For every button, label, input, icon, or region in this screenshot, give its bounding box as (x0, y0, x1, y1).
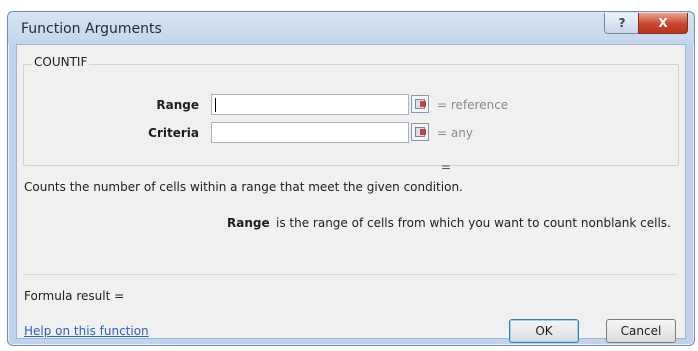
dialog-title: Function Arguments (21, 21, 162, 37)
close-button[interactable]: X (638, 13, 688, 34)
arg-help-text: is the range of cells from which you wan… (276, 216, 671, 230)
text-caret (215, 98, 216, 112)
function-description: Counts the number of cells within a rang… (24, 180, 463, 194)
range-label: Range (156, 98, 199, 112)
criteria-label: Criteria (148, 126, 199, 140)
ok-button[interactable]: OK (509, 319, 579, 343)
collapse-dialog-icon-arrow (420, 101, 426, 107)
collapse-dialog-icon-arrow (420, 129, 426, 135)
cancel-button[interactable]: Cancel (606, 319, 676, 343)
criteria-result: = any (437, 126, 473, 140)
criteria-collapse-button[interactable] (411, 123, 429, 141)
formula-result-label: Formula result = (24, 289, 125, 303)
divider (23, 274, 677, 275)
arg-help-name: Range (227, 216, 270, 230)
title-bar[interactable]: Function Arguments ? X (8, 12, 694, 44)
dialog-body: COUNTIF Range = reference Criteria = any… (16, 44, 686, 343)
close-icon: X (658, 16, 668, 30)
range-result: = reference (437, 98, 509, 112)
help-icon: ? (618, 16, 626, 30)
help-button[interactable]: ? (604, 13, 640, 34)
function-arguments-dialog: Function Arguments ? X COUNTIF Range = r… (7, 11, 695, 346)
criteria-input[interactable] (211, 122, 409, 143)
function-name: COUNTIF (32, 55, 90, 69)
help-on-function-link[interactable]: Help on this function (24, 324, 149, 338)
arguments-group (23, 64, 679, 166)
range-collapse-button[interactable] (411, 95, 429, 113)
range-input[interactable] (211, 94, 409, 115)
overall-result: = (441, 160, 452, 174)
